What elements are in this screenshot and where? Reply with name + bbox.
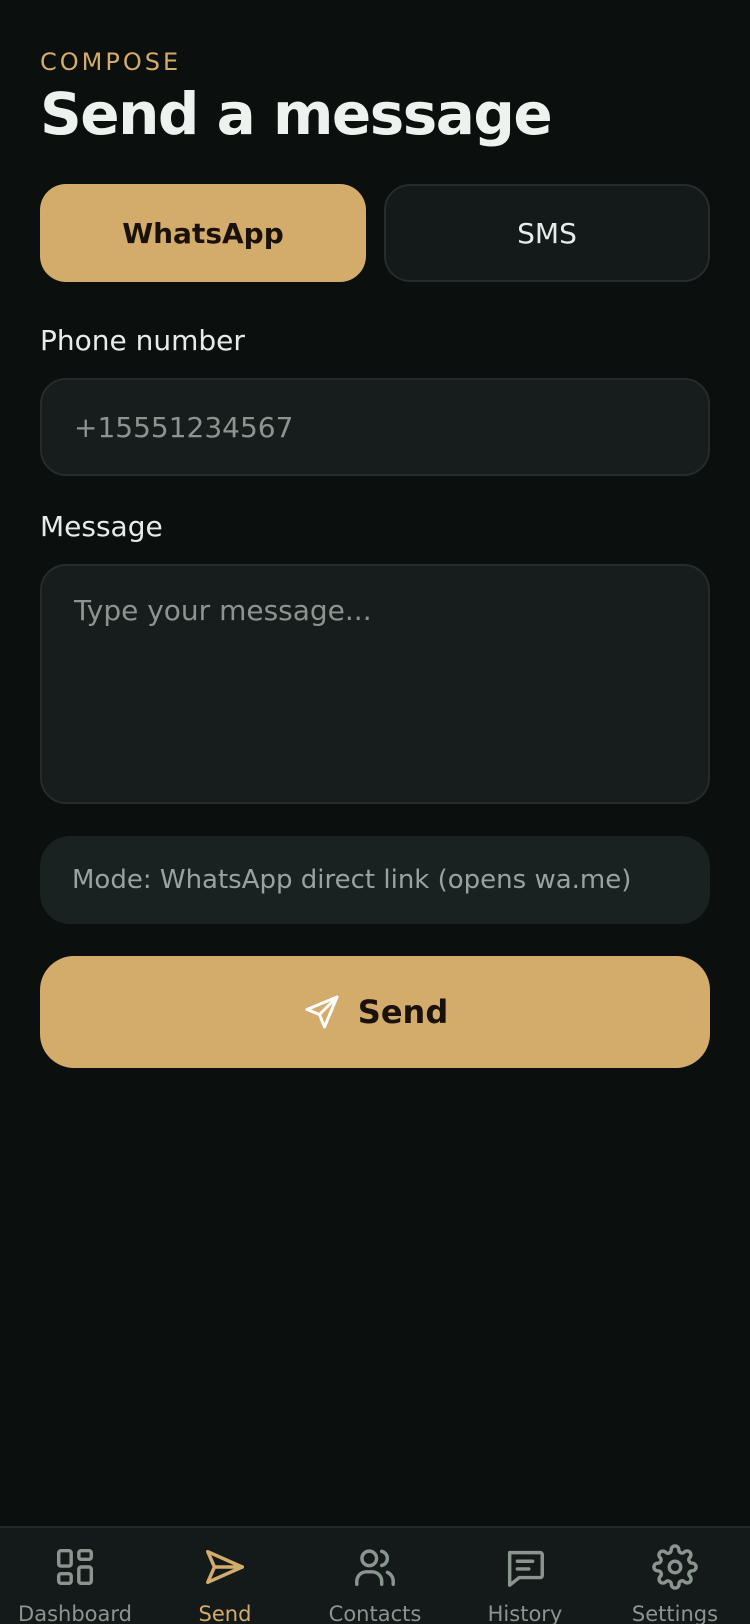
channel-whatsapp-button[interactable]: WhatsApp [40, 184, 366, 282]
dashboard-icon [56, 1548, 94, 1586]
mode-indicator: Mode: WhatsApp direct link (opens wa.me) [40, 836, 710, 924]
gear-icon [652, 1544, 698, 1590]
history-icon [507, 1550, 544, 1587]
send-icon [206, 1549, 244, 1585]
nav-item-settings[interactable]: Settings [600, 1544, 750, 1624]
message-textarea[interactable] [40, 564, 710, 804]
nav-item-history[interactable]: History [450, 1544, 600, 1624]
channel-toggle: WhatsApp SMS [40, 184, 710, 282]
page-title: Send a message [40, 80, 553, 148]
nav-label-contacts: Contacts [328, 1602, 422, 1624]
send-button[interactable]: Send [40, 956, 710, 1068]
phone-number-input[interactable] [40, 378, 710, 476]
send-icon [305, 995, 339, 1029]
nav-item-contacts[interactable]: Contacts [300, 1544, 450, 1624]
nav-item-dashboard[interactable]: Dashboard [0, 1544, 150, 1624]
section-eyebrow: COMPOSE [40, 48, 182, 76]
nav-label-send: Send [198, 1602, 252, 1624]
nav-item-send[interactable]: Send [150, 1544, 300, 1624]
compose-screen: COMPOSE Send a message WhatsApp SMS Phon… [0, 0, 750, 1624]
channel-sms-button[interactable]: SMS [384, 184, 710, 282]
nav-label-settings: Settings [631, 1602, 719, 1624]
bottom-nav: Dashboard Send Contacts History Settings [0, 1526, 750, 1624]
message-label: Message [40, 510, 163, 543]
phone-number-label: Phone number [40, 324, 245, 357]
nav-label-dashboard: Dashboard [18, 1602, 132, 1624]
send-button-label: Send [357, 993, 449, 1031]
nav-label-history: History [487, 1602, 563, 1624]
contacts-icon [355, 1549, 395, 1586]
